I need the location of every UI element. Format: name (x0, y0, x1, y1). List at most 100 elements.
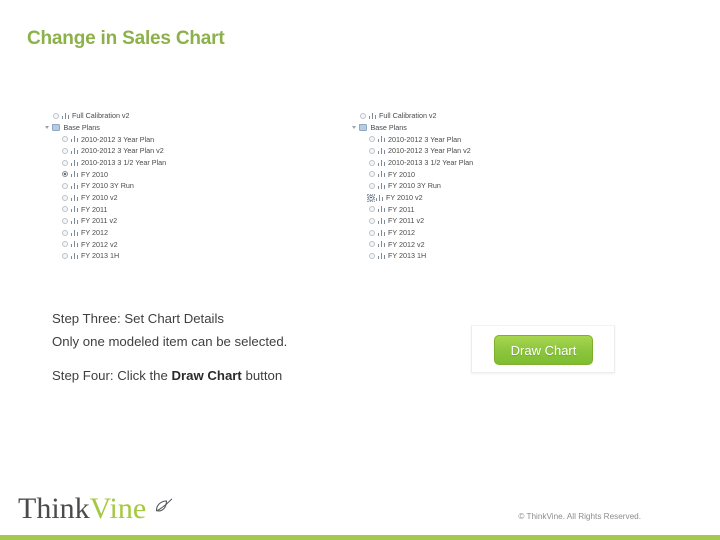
step-four-line: Step Four: Click the Draw Chart button (52, 364, 287, 387)
tree-item-row[interactable]: FY 2010 v2 (42, 192, 166, 204)
radio-button[interactable] (60, 218, 70, 225)
radio-button[interactable] (367, 218, 377, 225)
radio-button[interactable] (60, 253, 70, 260)
bar-chart-icon (71, 253, 78, 260)
logo-text-think: Think (18, 492, 90, 525)
text-spacer (52, 353, 287, 364)
chevron-down-icon[interactable] (42, 126, 51, 130)
tree-item-label: 2010-2013 3 1/2 Year Plan (388, 157, 474, 167)
radio-button[interactable] (60, 241, 70, 248)
radio-button[interactable] (367, 241, 377, 248)
tree-item-row[interactable]: FY 2011 v2 (42, 215, 166, 227)
radio-button[interactable] (60, 194, 70, 201)
bar-chart-icon (376, 194, 383, 201)
draw-chart-button[interactable]: Draw Chart (494, 335, 593, 365)
model-tree-right[interactable]: Full Calibration v2 Base Plans 2010-2012 3… (349, 110, 473, 262)
radio-button[interactable] (60, 136, 70, 143)
copyright-text: © ThinkVine. All Rights Reserved. (518, 512, 641, 521)
bar-chart-icon (378, 206, 385, 213)
tree-folder-row[interactable]: Base Plans (349, 122, 473, 134)
radio-button[interactable] (367, 182, 377, 189)
radio-unselected-icon (62, 194, 68, 201)
radio-button[interactable] (367, 253, 377, 260)
radio-button[interactable] (367, 159, 377, 166)
tree-item-row[interactable]: 2010-2012 3 Year Plan v2 (349, 145, 473, 157)
tree-item-label: 2010-2013 3 1/2 Year Plan (81, 157, 167, 167)
tree-item-row[interactable]: FY 2012 (349, 227, 473, 239)
radio-button[interactable] (367, 206, 377, 213)
radio-button[interactable] (60, 159, 70, 166)
tree-item-label: FY 2011 v2 (81, 216, 118, 226)
radio-unselected-icon (62, 218, 68, 225)
radio-button[interactable] (367, 229, 377, 236)
tree-item-label: Base Plans (370, 122, 407, 132)
tree-item-label: FY 2010 (81, 169, 109, 179)
tree-item-label: FY 2011 (388, 204, 415, 214)
tree-item-row[interactable]: FY 2010 3Y Run (42, 180, 166, 192)
tree-item-label: FY 2012 (81, 228, 109, 238)
tree-folder-row[interactable]: Base Plans (42, 122, 166, 134)
step-three-heading: Step Three: Set Chart Details (52, 311, 225, 326)
bar-chart-icon (71, 159, 78, 166)
step-four-prefix: Step Four: Click the (52, 368, 172, 383)
radio-unselected-icon (369, 182, 375, 189)
radio-button[interactable] (358, 112, 368, 119)
radio-unselected-icon (53, 112, 59, 119)
leaf-icon (153, 494, 179, 524)
radio-unselected-icon (369, 218, 375, 225)
radio-unselected-icon (62, 159, 68, 166)
tree-item-label: FY 2012 v2 (388, 239, 425, 249)
tree-item-label: Full Calibration v2 (379, 111, 437, 121)
radio-button[interactable] (51, 112, 61, 119)
tree-item-row[interactable]: 2010-2012 3 Year Plan (349, 133, 473, 145)
radio-unselected-icon (62, 182, 68, 189)
tree-item-row[interactable]: FY 2011 (42, 204, 166, 216)
tree-item-row[interactable]: 2010-2013 3 1/2 Year Plan (349, 157, 473, 169)
logo-text-vine: Vine (89, 492, 147, 525)
tree-item-row[interactable]: FY 2010 v2 (349, 192, 473, 204)
tree-item-row[interactable]: FY 2011 (349, 204, 473, 216)
radio-button[interactable] (60, 171, 70, 178)
tree-item-label: FY 2011 (81, 204, 108, 214)
radio-button[interactable] (367, 193, 375, 202)
radio-button[interactable] (367, 171, 377, 178)
thinkvine-logo: Think Vine (18, 494, 179, 524)
radio-unselected-icon (360, 112, 366, 119)
tree-item-row[interactable]: FY 2013 1H (42, 250, 166, 262)
tree-item-label: FY 2013 1H (81, 251, 120, 261)
radio-button[interactable] (60, 229, 70, 236)
tree-item-row[interactable]: FY 2012 (42, 227, 166, 239)
tree-item-row[interactable]: 2010-2012 3 Year Plan v2 (42, 145, 166, 157)
radio-unselected-icon (369, 147, 375, 154)
bar-chart-icon (378, 218, 385, 225)
tree-item-label: Full Calibration v2 (72, 111, 130, 121)
tree-item-row[interactable]: 2010-2012 3 Year Plan (42, 133, 166, 145)
radio-unselected-icon (369, 159, 375, 166)
tree-item-row[interactable]: Full Calibration v2 (42, 110, 166, 122)
radio-button[interactable] (60, 182, 70, 189)
tree-item-label: 2010-2012 3 Year Plan (81, 134, 155, 144)
tree-item-row[interactable]: FY 2010 (349, 168, 473, 180)
tree-item-label: FY 2010 3Y Run (388, 181, 441, 191)
radio-unselected-icon (369, 229, 375, 236)
tree-item-label: FY 2010 v2 (81, 193, 118, 203)
tree-item-row[interactable]: FY 2013 1H (349, 250, 473, 262)
model-tree-left[interactable]: Full Calibration v2 Base Plans 2010-2012 3… (42, 110, 166, 262)
tree-item-row[interactable]: 2010-2013 3 1/2 Year Plan (42, 157, 166, 169)
radio-button[interactable] (60, 206, 70, 213)
tree-item-row[interactable]: Full Calibration v2 (349, 110, 473, 122)
bar-chart-icon (378, 159, 385, 166)
tree-item-row[interactable]: FY 2012 v2 (349, 239, 473, 251)
tree-item-label: FY 2010 v2 (386, 193, 423, 203)
tree-item-row[interactable]: FY 2011 v2 (349, 215, 473, 227)
tree-item-label: 2010-2012 3 Year Plan v2 (81, 146, 164, 156)
tree-item-row[interactable]: FY 2010 3Y Run (349, 180, 473, 192)
radio-button[interactable] (367, 136, 377, 143)
radio-unselected-icon (62, 147, 68, 154)
tree-item-row[interactable]: FY 2012 v2 (42, 239, 166, 251)
chevron-down-icon[interactable] (349, 126, 358, 130)
step-three-note: Only one modeled item can be selected. (52, 334, 288, 349)
tree-item-row[interactable]: FY 2010 (42, 168, 166, 180)
radio-button[interactable] (367, 147, 377, 154)
radio-button[interactable] (60, 147, 70, 154)
